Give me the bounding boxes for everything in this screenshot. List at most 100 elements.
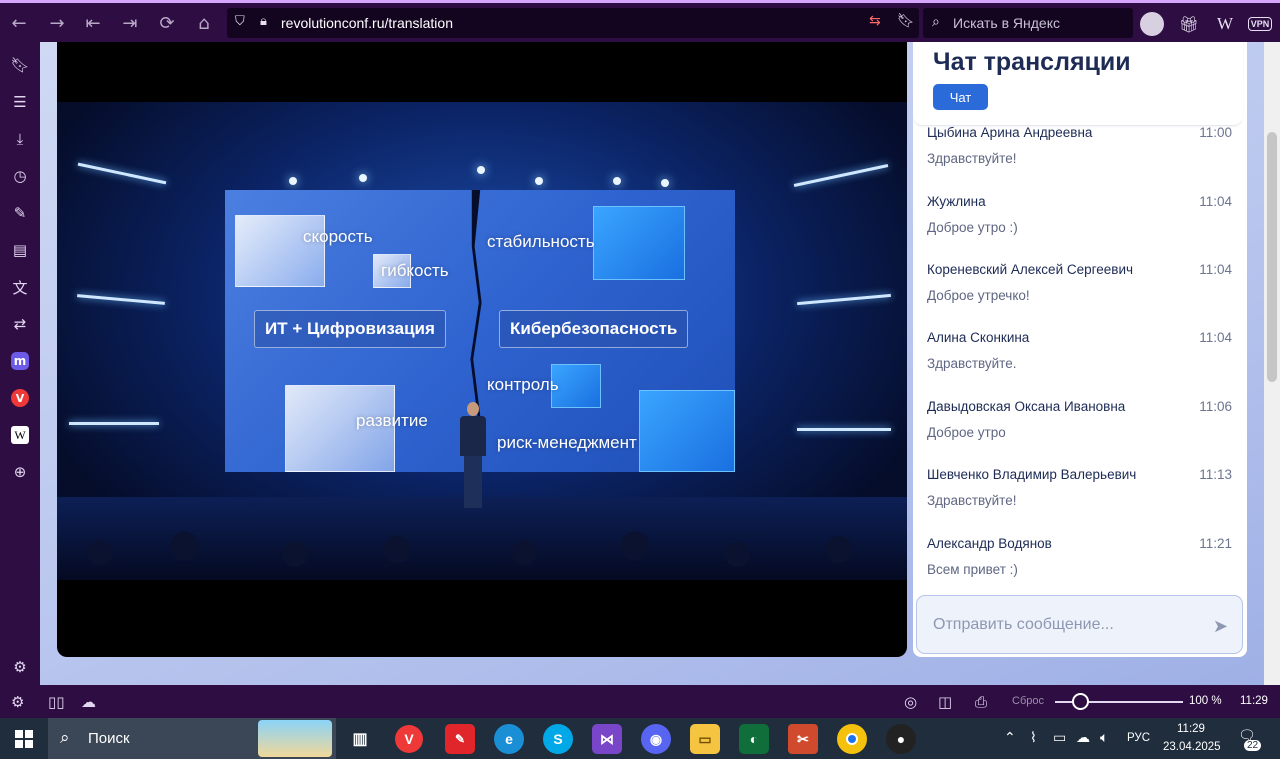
bookmarks-icon[interactable]: 🔖︎: [8, 53, 32, 77]
stage-word-control: контроль: [487, 375, 559, 394]
message-text: Здравствуйте!: [927, 151, 1017, 166]
panel-settings-icon[interactable]: ⚙: [11, 693, 24, 711]
tab-chat[interactable]: Чат: [933, 84, 988, 110]
show-hidden-icons[interactable]: ⌃: [1004, 730, 1016, 746]
address-bar[interactable]: ⛉ 🔒︎ revolutionconf.ru/translation ⇆ 🔖︎: [227, 8, 919, 38]
zoom-slider-handle[interactable]: [1072, 693, 1089, 710]
reading-list-icon[interactable]: ☰: [8, 90, 32, 114]
downloads-icon[interactable]: ⤓: [8, 127, 32, 151]
page-scrollbar[interactable]: [1264, 42, 1280, 685]
lock-icon: 🔒︎: [260, 14, 267, 29]
stage-word-flex: гибкость: [381, 261, 449, 280]
message-text: Доброе утречко!: [927, 288, 1030, 303]
add-panel-icon[interactable]: ⊕: [8, 460, 32, 484]
vivaldi-taskbar-icon[interactable]: V: [395, 725, 423, 753]
stage-word-speed: скорость: [303, 227, 373, 246]
message-author: Алина Сконкина: [927, 330, 1030, 345]
cloud-sync-icon[interactable]: ☁: [1076, 730, 1090, 746]
gift-icon[interactable]: 🎁︎: [1176, 11, 1202, 37]
discord-icon[interactable]: ◉: [641, 724, 671, 754]
message-text: Всем привет :): [927, 562, 1018, 577]
bookmark-icon[interactable]: 🔖︎: [897, 13, 915, 29]
chat-panel: Чат трансляции Чат Цыбина Арина Андреевн…: [913, 42, 1247, 657]
browser-toolbar: ← → ⇤ ⇥ ⟳ ⌂ ⛉ 🔒︎ revolutionconf.ru/trans…: [0, 0, 1280, 42]
chat-message: Алина Сконкина 11:04 Здравствуйте.: [927, 330, 1232, 398]
message-time: 11:04: [1199, 262, 1232, 277]
stage-box-it: ИТ + Цифровизация: [254, 310, 446, 348]
message-text: Здравствуйте!: [927, 493, 1017, 508]
capture-icon[interactable]: ◎: [904, 693, 917, 711]
network-icon[interactable]: ⌇: [1030, 730, 1037, 746]
message-text: Здравствуйте.: [927, 356, 1017, 371]
home-icon[interactable]: ⌂: [191, 11, 217, 35]
mastodon-icon[interactable]: m: [8, 349, 32, 373]
message-author: Давыдовская Оксана Ивановна: [927, 399, 1126, 414]
windows-logo-icon: [15, 729, 33, 748]
chat-message: Кореневский Алексей Сергеевич 11:04 Добр…: [927, 262, 1232, 330]
chat-title: Чат трансляции: [933, 48, 1131, 76]
page-actions-icon[interactable]: ⎙: [975, 693, 987, 711]
vpn-button[interactable]: VPN: [1246, 11, 1274, 37]
url-text[interactable]: revolutionconf.ru/translation: [281, 15, 453, 31]
notes-icon[interactable]: ✎: [8, 201, 32, 225]
task-view-icon[interactable]: ▥: [345, 724, 375, 754]
translate-icon[interactable]: ⇆: [869, 13, 881, 29]
chrome-icon[interactable]: [837, 724, 867, 754]
message-time: 11:04: [1199, 194, 1232, 209]
message-time: 11:04: [1199, 330, 1232, 345]
settings-icon[interactable]: ⚙: [8, 655, 32, 679]
volume-icon[interactable]: 🔈︎: [1100, 730, 1108, 746]
audience: [57, 512, 907, 580]
edge-icon[interactable]: e: [494, 724, 524, 754]
send-icon[interactable]: ➤: [1213, 616, 1228, 637]
file-explorer-icon[interactable]: ▭: [690, 724, 720, 754]
cloud-icon[interactable]: ☁: [81, 693, 96, 711]
back-icon[interactable]: ←: [6, 11, 32, 35]
language-indicator[interactable]: РУС: [1127, 732, 1150, 744]
windows-taskbar: ⌕ Поиск ▥ V ✎ e S ⋈ ◉ ▭ ◐ ✂ ● ⌃ ⌇ ▭ ☁ 🔈︎…: [0, 718, 1280, 759]
battery-icon[interactable]: ▭: [1053, 730, 1066, 746]
window-panel-icon[interactable]: ▤: [8, 238, 32, 262]
chat-input-placeholder: Отправить сообщение...: [933, 616, 1114, 633]
chat-message: Шевченко Владимир Валерьевич 11:13 Здрав…: [927, 467, 1232, 535]
scrollbar-thumb[interactable]: [1267, 132, 1277, 382]
start-button[interactable]: [0, 718, 48, 759]
fast-forward-icon[interactable]: ⇥: [117, 11, 143, 35]
notification-count: 22: [1244, 740, 1262, 751]
taskbar-search[interactable]: ⌕ Поиск: [48, 718, 336, 759]
visual-studio-icon[interactable]: ⋈: [592, 724, 622, 754]
rewind-icon[interactable]: ⇤: [80, 11, 106, 35]
taskbar-search-label: Поиск: [88, 730, 130, 747]
history-icon[interactable]: ◷: [8, 164, 32, 188]
snipping-tool-icon[interactable]: ✂: [788, 724, 818, 754]
stage-word-development: развитие: [356, 411, 428, 430]
sync-icon[interactable]: ⇄: [8, 312, 32, 336]
forward-icon[interactable]: →: [44, 11, 70, 35]
chat-message-input[interactable]: Отправить сообщение... ➤: [916, 595, 1243, 654]
taskbar-date[interactable]: 23.04.2025: [1163, 741, 1221, 753]
terminal-app-icon[interactable]: ◐: [739, 724, 769, 754]
tiling-icon[interactable]: ◫: [938, 693, 952, 711]
reload-icon[interactable]: ⟳: [154, 11, 180, 35]
profile-avatar-icon[interactable]: [1139, 11, 1165, 37]
skype-icon[interactable]: S: [543, 724, 573, 754]
zoom-reset-label[interactable]: Сброс: [1012, 695, 1044, 707]
chat-messages[interactable]: Цыбина Арина Андреевна 11:00 Здравствуйт…: [913, 122, 1247, 582]
wikipedia-panel-icon[interactable]: W: [8, 423, 32, 447]
shield-icon[interactable]: ⛉: [235, 14, 245, 29]
tile-icon[interactable]: ▯▯: [48, 693, 65, 711]
pdf-app-icon[interactable]: ✎: [445, 724, 475, 754]
chat-message: Давыдовская Оксана Ивановна 11:06 Доброе…: [927, 399, 1232, 467]
chat-message: Цыбина Арина Андреевна 11:00 Здравствуйт…: [927, 125, 1232, 193]
message-time: 11:21: [1199, 536, 1232, 551]
wikipedia-icon[interactable]: W: [1212, 11, 1238, 37]
taskbar-time[interactable]: 11:29: [1177, 723, 1205, 735]
vivaldi-icon[interactable]: V: [8, 386, 32, 410]
zoom-value: 100 %: [1189, 695, 1222, 707]
search-field[interactable]: ⌕ Искать в Яндекс: [923, 8, 1133, 38]
video-player[interactable]: скорость гибкость стабильность ИТ + Цифр…: [57, 42, 907, 657]
translate-panel-icon[interactable]: 文: [8, 275, 32, 299]
page-content: скорость гибкость стабильность ИТ + Цифр…: [40, 42, 1264, 685]
obs-icon[interactable]: ●: [886, 724, 916, 754]
chat-message: Жужлина 11:04 Доброе утро :): [927, 194, 1232, 262]
